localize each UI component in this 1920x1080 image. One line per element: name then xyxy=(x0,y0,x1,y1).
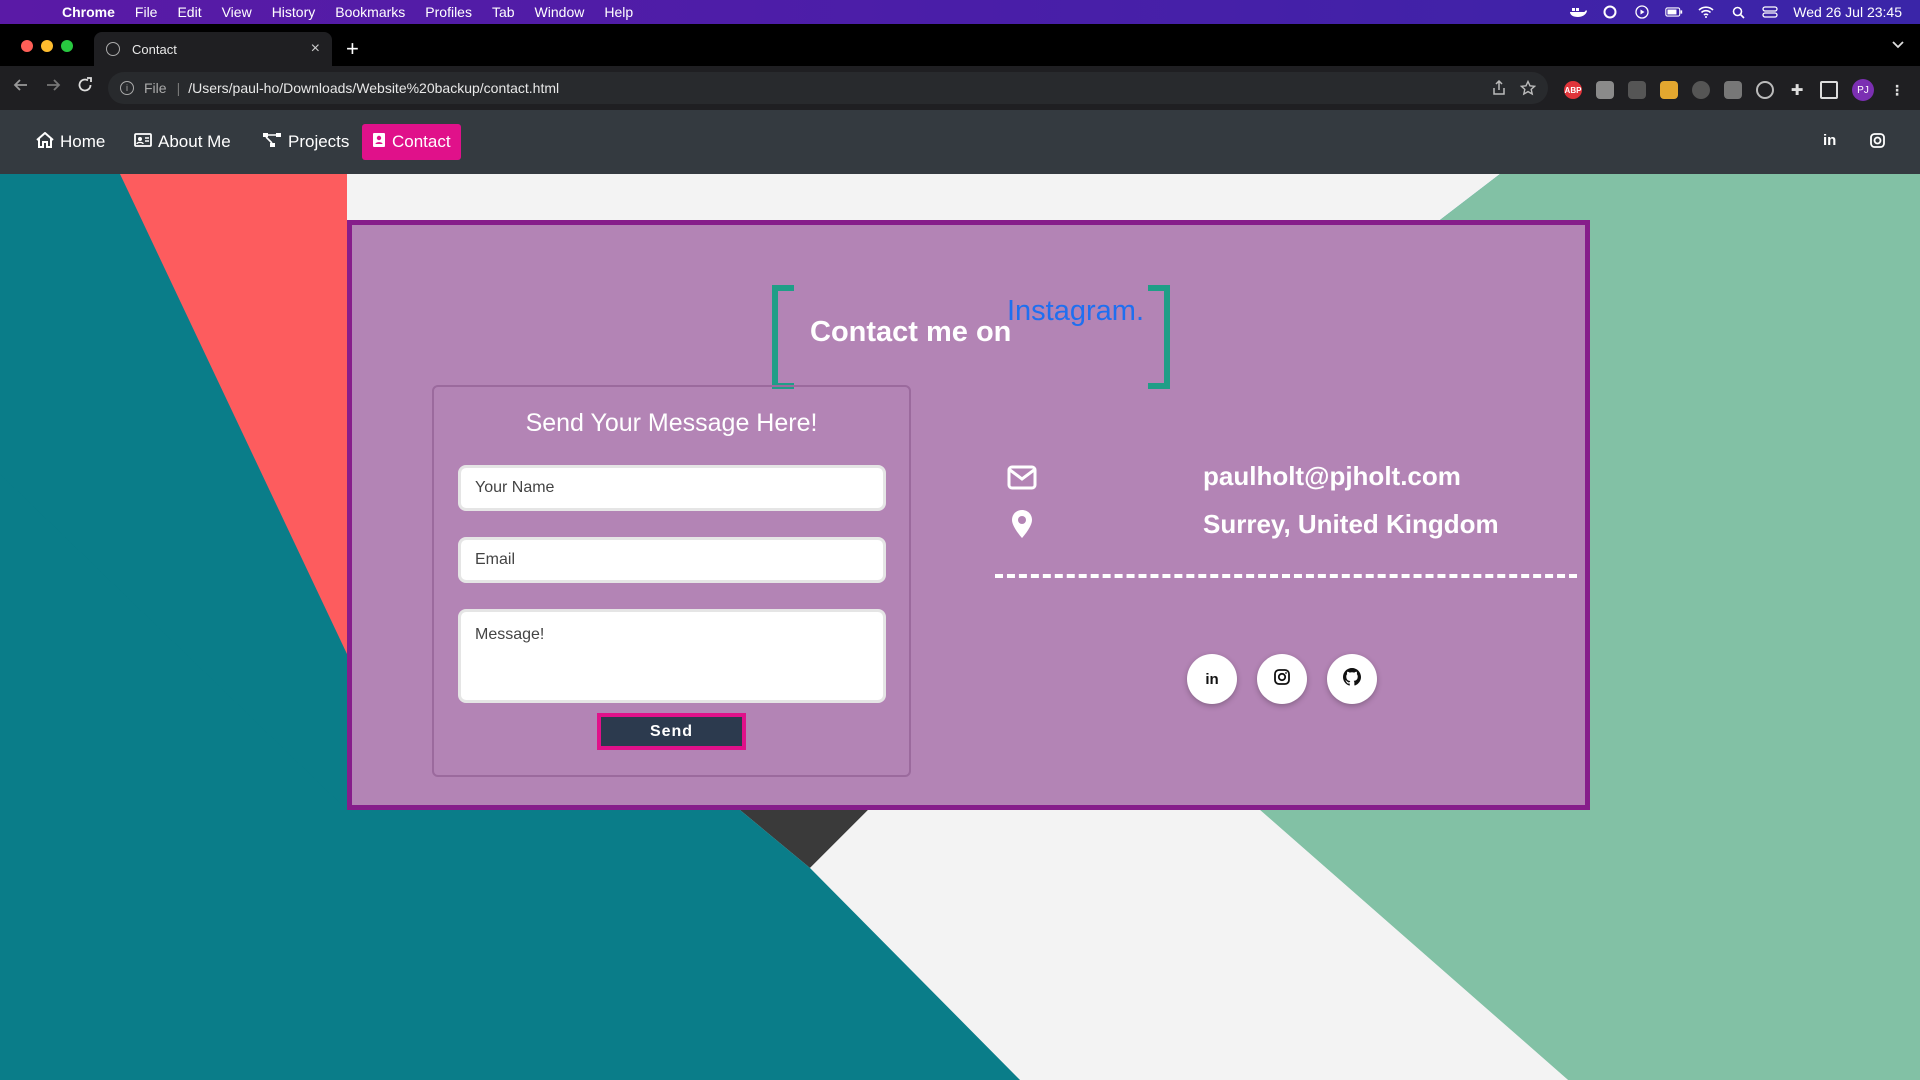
divider xyxy=(995,574,1577,578)
instagram-social-button[interactable] xyxy=(1257,654,1307,704)
contact-card: Contact me on Instagram. Send Your Messa… xyxy=(347,220,1590,810)
extension-icon[interactable] xyxy=(1724,81,1742,99)
left-bracket-decoration xyxy=(772,285,794,389)
instagram-link[interactable]: Instagram. xyxy=(1007,295,1144,328)
extensions-area: ABP ✚ PJ ⋮ xyxy=(1564,79,1906,101)
linkedin-social-button[interactable]: in xyxy=(1187,654,1237,704)
email-input[interactable]: Email xyxy=(458,537,886,583)
new-tab-button[interactable]: + xyxy=(346,36,359,62)
message-form: Send Your Message Here! Your Name Email … xyxy=(432,385,911,777)
nav-home-label: Home xyxy=(60,132,106,151)
globe-icon xyxy=(106,42,120,56)
nav-projects[interactable]: Projects xyxy=(252,124,359,160)
reload-icon[interactable] xyxy=(76,76,94,99)
contact-location: Surrey, United Kingdom xyxy=(1203,509,1499,539)
menu-profiles[interactable]: Profiles xyxy=(415,4,482,20)
puzzle-extensions-icon[interactable]: ✚ xyxy=(1788,81,1806,99)
target-extension-icon[interactable] xyxy=(1756,81,1774,99)
kebab-menu-icon[interactable]: ⋮ xyxy=(1888,81,1906,99)
menu-edit[interactable]: Edit xyxy=(167,4,211,20)
url-scheme: File xyxy=(144,80,167,96)
extension-icon[interactable] xyxy=(1596,81,1614,99)
battery-icon[interactable] xyxy=(1665,5,1683,19)
zoom-window-button[interactable] xyxy=(61,40,73,52)
menu-tab[interactable]: Tab xyxy=(482,4,525,20)
nav-about[interactable]: About Me xyxy=(124,124,241,160)
tab-title: Contact xyxy=(132,41,177,57)
site-navbar: Home About Me Projects Contact in xyxy=(0,110,1920,174)
extension-icon[interactable] xyxy=(1660,81,1678,99)
github-icon xyxy=(1343,668,1361,690)
github-social-button[interactable] xyxy=(1327,654,1377,704)
close-window-button[interactable] xyxy=(21,40,33,52)
bookmark-star-icon[interactable] xyxy=(1519,79,1537,99)
right-bracket-decoration xyxy=(1148,285,1170,389)
docker-icon[interactable] xyxy=(1569,5,1588,19)
location-pin-icon xyxy=(1007,509,1037,539)
gear-extension-icon[interactable] xyxy=(1692,81,1710,99)
close-tab-icon[interactable]: × xyxy=(311,40,320,58)
contact-heading: Contact me on Instagram. xyxy=(352,255,1585,389)
address-book-icon xyxy=(372,132,386,152)
site-info-icon[interactable]: i xyxy=(120,81,134,95)
linkedin-icon: in xyxy=(1205,670,1219,688)
url-separator: | xyxy=(176,80,181,96)
menu-help[interactable]: Help xyxy=(594,4,643,20)
side-panel-icon[interactable] xyxy=(1820,81,1838,99)
form-title: Send Your Message Here! xyxy=(525,409,818,437)
share-icon[interactable] xyxy=(1492,79,1506,99)
tab-search-chevron-icon[interactable] xyxy=(1892,36,1904,52)
back-arrow-icon[interactable] xyxy=(12,76,30,99)
nav-about-label: About Me xyxy=(158,132,231,151)
menu-clock[interactable]: Wed 26 Jul 23:45 xyxy=(1793,4,1902,20)
forward-arrow-icon[interactable] xyxy=(44,76,62,99)
home-icon xyxy=(36,131,54,152)
nav-projects-label: Projects xyxy=(288,132,350,151)
heading-prefix: Contact me on xyxy=(810,316,1012,348)
minimize-window-button[interactable] xyxy=(41,40,53,52)
menu-window[interactable]: Window xyxy=(525,4,595,20)
status-area: Wed 26 Jul 23:45 xyxy=(1569,0,1902,24)
menu-file[interactable]: File xyxy=(125,4,168,20)
menu-bookmarks[interactable]: Bookmarks xyxy=(325,4,415,20)
url-text[interactable]: /Users/paul-ho/Downloads/Website%20backu… xyxy=(188,80,559,96)
profile-avatar[interactable]: PJ xyxy=(1852,79,1874,101)
email-envelope-icon xyxy=(1007,462,1037,492)
send-button[interactable]: Send xyxy=(597,713,746,750)
instagram-icon xyxy=(1274,669,1290,689)
id-card-icon xyxy=(134,133,152,151)
name-input[interactable]: Your Name xyxy=(458,465,886,511)
message-textarea[interactable]: Message! xyxy=(458,609,886,703)
menu-history[interactable]: History xyxy=(262,4,326,20)
address-bar[interactable]: i File | /Users/paul-ho/Downloads/Websit… xyxy=(108,72,1548,104)
nav-instagram-icon[interactable] xyxy=(1870,133,1885,152)
adblock-extension-icon[interactable]: ABP xyxy=(1564,81,1582,99)
extension-icon[interactable] xyxy=(1628,81,1646,99)
sync-icon[interactable] xyxy=(1601,5,1619,19)
browser-toolbar: i File | /Users/paul-ho/Downloads/Websit… xyxy=(0,66,1920,110)
play-icon[interactable] xyxy=(1633,5,1651,19)
nav-contact-label: Contact xyxy=(392,132,451,151)
project-diagram-icon xyxy=(262,132,282,152)
wifi-icon[interactable] xyxy=(1697,5,1715,19)
contact-email[interactable]: paulholt@pjholt.com xyxy=(1203,461,1461,492)
browser-tab-contact[interactable]: Contact × xyxy=(94,32,332,66)
control-center-icon[interactable] xyxy=(1761,5,1779,19)
menu-view[interactable]: View xyxy=(212,4,262,20)
menu-chrome[interactable]: Chrome xyxy=(52,4,125,20)
spotlight-search-icon[interactable] xyxy=(1729,5,1747,19)
nav-contact[interactable]: Contact xyxy=(362,124,461,160)
nav-home[interactable]: Home xyxy=(26,124,115,160)
browser-tab-strip: Contact × + xyxy=(0,24,1920,66)
nav-linkedin-icon[interactable]: in xyxy=(1823,132,1836,149)
macos-menu-bar: Chrome File Edit View History Bookmarks … xyxy=(0,0,1920,24)
